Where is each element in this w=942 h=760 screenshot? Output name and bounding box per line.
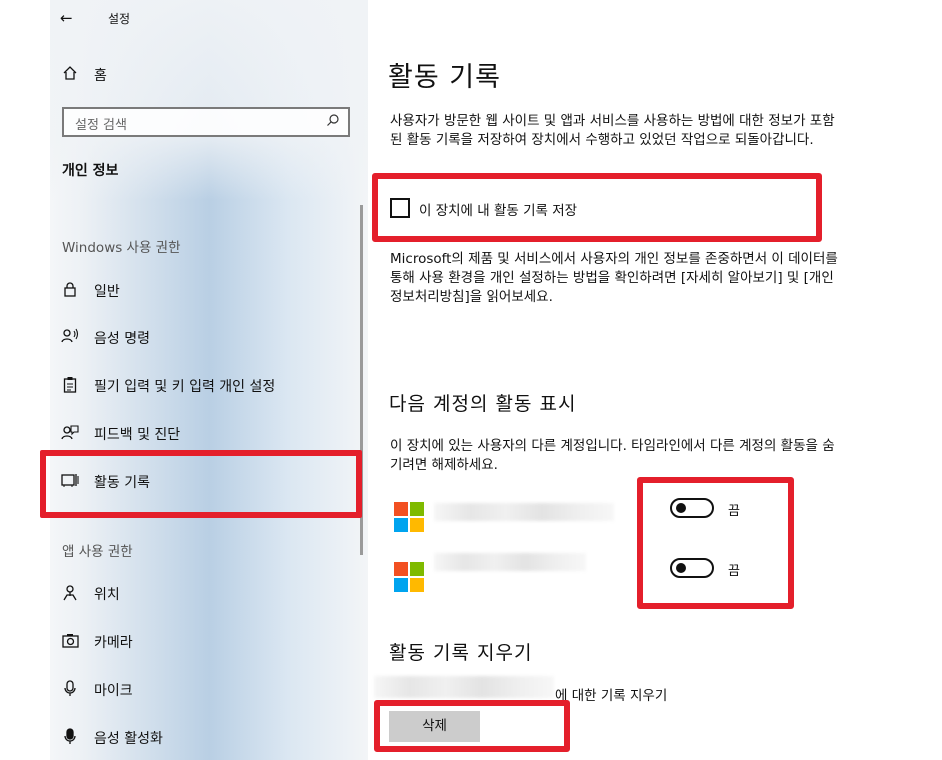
camera-icon: [60, 633, 80, 652]
search-placeholder: 설정 검색: [75, 118, 127, 133]
main-content: 활동 기록 사용자가 방문한 웹 사이트 및 앱과 서비스를 사용하는 방법에 …: [368, 0, 942, 760]
store-activity-checkbox[interactable]: [390, 198, 410, 218]
account-name-redacted: [434, 503, 614, 521]
search-input[interactable]: 설정 검색: [62, 107, 350, 137]
section-title: 개인 정보: [62, 163, 119, 179]
account-email-redacted: [374, 676, 554, 698]
sidebar-item-camera[interactable]: 카메라: [50, 625, 350, 659]
accounts-description: 이 장치에 있는 사용자의 다른 계정입니다. 타임라인에서 다른 계정의 활동…: [390, 438, 835, 473]
toggle-knob: [676, 503, 686, 513]
clear-history-heading: 활동 기록 지우기: [389, 642, 533, 664]
account-toggle-2[interactable]: [670, 558, 714, 578]
group-heading-apps: 앱 사용 권한: [62, 544, 133, 560]
voice-activation-icon: [60, 727, 80, 749]
store-activity-label: 이 장치에 내 활동 기록 저장: [419, 203, 578, 219]
sidebar-item-label: 위치: [94, 587, 120, 603]
toggle-state-label: 끔: [728, 504, 740, 519]
privacy-text: Microsoft의 제품 및 서비스에서 사용자의 개인 정보를 존중하면서 …: [390, 251, 838, 305]
app-title: 설정: [108, 12, 131, 26]
sidebar-item-label: 일반: [94, 284, 120, 300]
clear-history-text: 에 대한 기록 지우기: [555, 688, 668, 704]
back-button[interactable]: ←: [60, 8, 80, 28]
voice-icon: [60, 328, 80, 348]
account-name-redacted: [434, 553, 586, 571]
accounts-heading: 다음 계정의 활동 표시: [389, 393, 577, 415]
microsoft-logo-icon: [394, 562, 424, 592]
arrow-left-icon: ←: [60, 9, 73, 27]
feedback-icon: [60, 424, 80, 444]
location-icon: [60, 584, 80, 605]
sidebar-item-label: 카메라: [94, 635, 133, 651]
sidebar-item-microphone[interactable]: 마이크: [50, 673, 350, 707]
sidebar: ← 설정 홈 설정 검색 개인 정보 Windows 사용 권한 일반 음성 명…: [50, 0, 368, 760]
delete-button[interactable]: 삭제: [389, 711, 480, 742]
highlight-box-toggles: [637, 477, 794, 609]
toggle-state-label: 끔: [728, 564, 740, 579]
group-heading-windows: Windows 사용 권한: [62, 240, 181, 256]
microsoft-logo-icon: [394, 502, 424, 532]
sidebar-item-label: 마이크: [94, 683, 133, 699]
sidebar-item-label: 홈: [94, 68, 107, 84]
sidebar-item-label: 음성 활성화: [94, 731, 163, 747]
toggle-knob: [676, 563, 686, 573]
sidebar-item-label: 음성 명령: [94, 331, 150, 347]
home-icon: [60, 65, 80, 85]
search-icon: [326, 113, 340, 131]
sidebar-item-general[interactable]: 일반: [50, 274, 350, 308]
sidebar-item-location[interactable]: 위치: [50, 577, 350, 611]
sidebar-item-home[interactable]: 홈: [50, 58, 350, 92]
clipboard-icon: [60, 376, 80, 397]
sidebar-item-inking[interactable]: 필기 입력 및 키 입력 개인 설정: [50, 369, 350, 403]
intro-text: 사용자가 방문한 웹 사이트 및 앱과 서비스를 사용하는 방법에 대한 정보가…: [390, 113, 835, 148]
sidebar-item-label: 필기 입력 및 키 입력 개인 설정: [94, 379, 276, 395]
lock-icon: [60, 281, 80, 301]
page-title: 활동 기록: [388, 62, 501, 93]
sidebar-item-feedback[interactable]: 피드백 및 진단: [50, 417, 350, 451]
microphone-icon: [60, 679, 80, 701]
highlight-box-activity-nav: [40, 450, 362, 518]
account-toggle-1[interactable]: [670, 498, 714, 518]
sidebar-item-voice-activation[interactable]: 음성 활성화: [50, 721, 350, 755]
sidebar-item-label: 피드백 및 진단: [94, 427, 181, 443]
sidebar-item-voice-command[interactable]: 음성 명령: [50, 321, 350, 355]
